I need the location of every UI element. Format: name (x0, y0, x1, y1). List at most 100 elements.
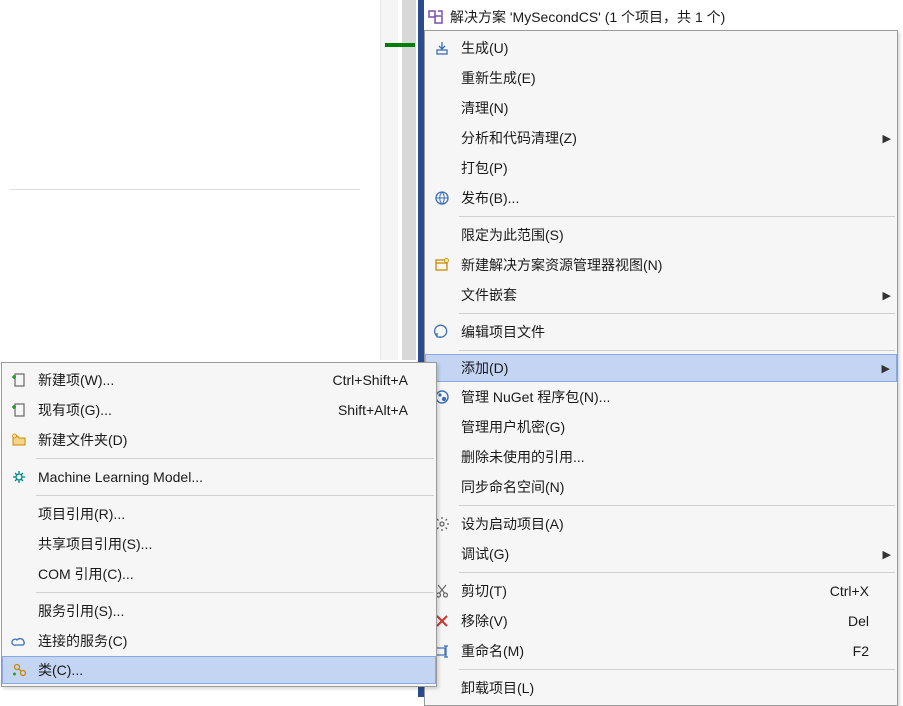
menu-item-sharedref[interactable]: 共享项目引用(S)... (2, 529, 436, 559)
menu-item-rebuild[interactable]: 重新生成(E) (425, 63, 897, 93)
ml-icon (6, 465, 32, 489)
submenu-arrow-icon: ▶ (877, 289, 891, 302)
submenu-arrow-icon: ▶ (876, 362, 890, 375)
edit-icon (429, 320, 455, 344)
menu-item-label: 重新生成(E) (455, 68, 877, 88)
menu-item-label: 添加(D) (455, 358, 876, 378)
cloud-icon (6, 629, 32, 653)
menu-item-label: 生成(U) (455, 38, 877, 58)
solution-header[interactable]: 解决方案 'MySecondCS' (1 个项目，共 1 个) (428, 6, 899, 28)
editor-squiggle (385, 43, 415, 47)
editor-field-underline (10, 170, 360, 190)
folder-icon (6, 428, 32, 452)
menu-item-add[interactable]: 添加(D)▶ (425, 354, 897, 382)
menu-item-publish[interactable]: 发布(B)... (425, 183, 897, 213)
menu-item-rename[interactable]: 重命名(M)F2 (425, 636, 897, 666)
blank-icon (6, 562, 32, 586)
menu-item-newfolder[interactable]: 新建文件夹(D) (2, 425, 436, 455)
menu-item-build[interactable]: 生成(U) (425, 33, 897, 63)
new-view-icon (429, 253, 455, 277)
menu-item-label: 编辑项目文件 (455, 322, 877, 342)
blank-icon (429, 96, 455, 120)
new-item-icon (6, 368, 32, 392)
menu-item-scope[interactable]: 限定为此范围(S) (425, 220, 897, 250)
menu-separator (36, 592, 434, 593)
menu-item-shortcut: Ctrl+Shift+A (309, 372, 416, 388)
menu-item-svcref[interactable]: 服务引用(S)... (2, 596, 436, 626)
menu-item-remove[interactable]: 移除(V)Del (425, 606, 897, 636)
blank-icon (429, 126, 455, 150)
menu-item-label: 管理用户机密(G) (455, 417, 877, 437)
blank-icon (6, 502, 32, 526)
menu-item-label: Machine Learning Model... (32, 469, 416, 485)
menu-separator (459, 350, 895, 351)
menu-item-label: 清理(N) (455, 98, 877, 118)
menu-item-secrets[interactable]: 管理用户机密(G) (425, 412, 897, 442)
menu-item-newitem[interactable]: 新建项(W)...Ctrl+Shift+A (2, 365, 436, 395)
menu-separator (36, 458, 434, 459)
menu-item-startup[interactable]: 设为启动项目(A) (425, 509, 897, 539)
menu-item-label: 现有项(G)... (32, 400, 314, 420)
menu-item-shortcut: Ctrl+X (806, 583, 877, 599)
menu-item-label: 连接的服务(C) (32, 631, 416, 651)
menu-separator (459, 669, 895, 670)
menu-item-label: 卸载项目(L) (455, 678, 877, 698)
menu-item-label: 新建文件夹(D) (32, 430, 416, 450)
menu-item-class[interactable]: 类(C)... (2, 656, 436, 684)
menu-separator (459, 216, 895, 217)
menu-item-label: 打包(P) (455, 158, 877, 178)
menu-item-shortcut: Del (824, 613, 877, 629)
menu-item-label: 文件嵌套 (455, 285, 877, 305)
menu-item-existitem[interactable]: 现有项(G)...Shift+Alt+A (2, 395, 436, 425)
exist-item-icon (6, 398, 32, 422)
menu-separator (459, 313, 895, 314)
menu-item-label: COM 引用(C)... (32, 564, 416, 584)
menu-item-debug[interactable]: 调试(G)▶ (425, 539, 897, 569)
menu-item-comref[interactable]: COM 引用(C)... (2, 559, 436, 589)
editor-scrollbar-track (380, 0, 398, 360)
project-context-menu: 生成(U)重新生成(E)清理(N)分析和代码清理(Z)▶打包(P)发布(B)..… (424, 30, 898, 706)
blank-icon (429, 156, 455, 180)
blank-icon (429, 283, 455, 307)
menu-item-removeref[interactable]: 删除未使用的引用... (425, 442, 897, 472)
menu-item-editproj[interactable]: 编辑项目文件 (425, 317, 897, 347)
menu-separator (459, 572, 895, 573)
menu-item-label: 项目引用(R)... (32, 504, 416, 524)
menu-item-projref[interactable]: 项目引用(R)... (2, 499, 436, 529)
menu-separator (36, 495, 434, 496)
menu-item-shortcut: Shift+Alt+A (314, 402, 416, 418)
menu-item-cut[interactable]: 剪切(T)Ctrl+X (425, 576, 897, 606)
menu-item-analyze[interactable]: 分析和代码清理(Z)▶ (425, 123, 897, 153)
submenu-arrow-icon: ▶ (877, 132, 891, 145)
menu-item-label: 新建解决方案资源管理器视图(N) (455, 255, 877, 275)
blank-icon (6, 599, 32, 623)
menu-item-label: 管理 NuGet 程序包(N)... (455, 387, 877, 407)
menu-item-label: 新建项(W)... (32, 370, 309, 390)
menu-item-unload[interactable]: 卸载项目(L) (425, 673, 897, 703)
menu-item-connsvc[interactable]: 连接的服务(C) (2, 626, 436, 656)
globe-icon (429, 186, 455, 210)
menu-item-label: 限定为此范围(S) (455, 225, 877, 245)
menu-item-label: 设为启动项目(A) (455, 514, 877, 534)
menu-item-mlmodel[interactable]: Machine Learning Model... (2, 462, 436, 492)
menu-item-label: 移除(V) (455, 611, 824, 631)
menu-item-label: 重命名(M) (455, 641, 829, 661)
menu-item-label: 服务引用(S)... (32, 601, 416, 621)
solution-title: 解决方案 'MySecondCS' (1 个项目，共 1 个) (450, 7, 725, 27)
menu-item-filenest[interactable]: 文件嵌套▶ (425, 280, 897, 310)
menu-item-clean[interactable]: 清理(N) (425, 93, 897, 123)
menu-item-label: 同步命名空间(N) (455, 477, 877, 497)
menu-item-label: 分析和代码清理(Z) (455, 128, 877, 148)
menu-item-label: 共享项目引用(S)... (32, 534, 416, 554)
menu-separator (459, 505, 895, 506)
menu-item-pack[interactable]: 打包(P) (425, 153, 897, 183)
menu-item-label: 调试(G) (455, 544, 877, 564)
menu-item-shortcut: F2 (829, 643, 877, 659)
menu-item-syncns[interactable]: 同步命名空间(N) (425, 472, 897, 502)
add-submenu: 新建项(W)...Ctrl+Shift+A现有项(G)...Shift+Alt+… (1, 362, 437, 687)
solution-icon (428, 9, 444, 25)
menu-item-nuget[interactable]: 管理 NuGet 程序包(N)... (425, 382, 897, 412)
menu-item-newview[interactable]: 新建解决方案资源管理器视图(N) (425, 250, 897, 280)
editor-scrollbar-thumb[interactable] (402, 0, 416, 360)
build-icon (429, 36, 455, 60)
